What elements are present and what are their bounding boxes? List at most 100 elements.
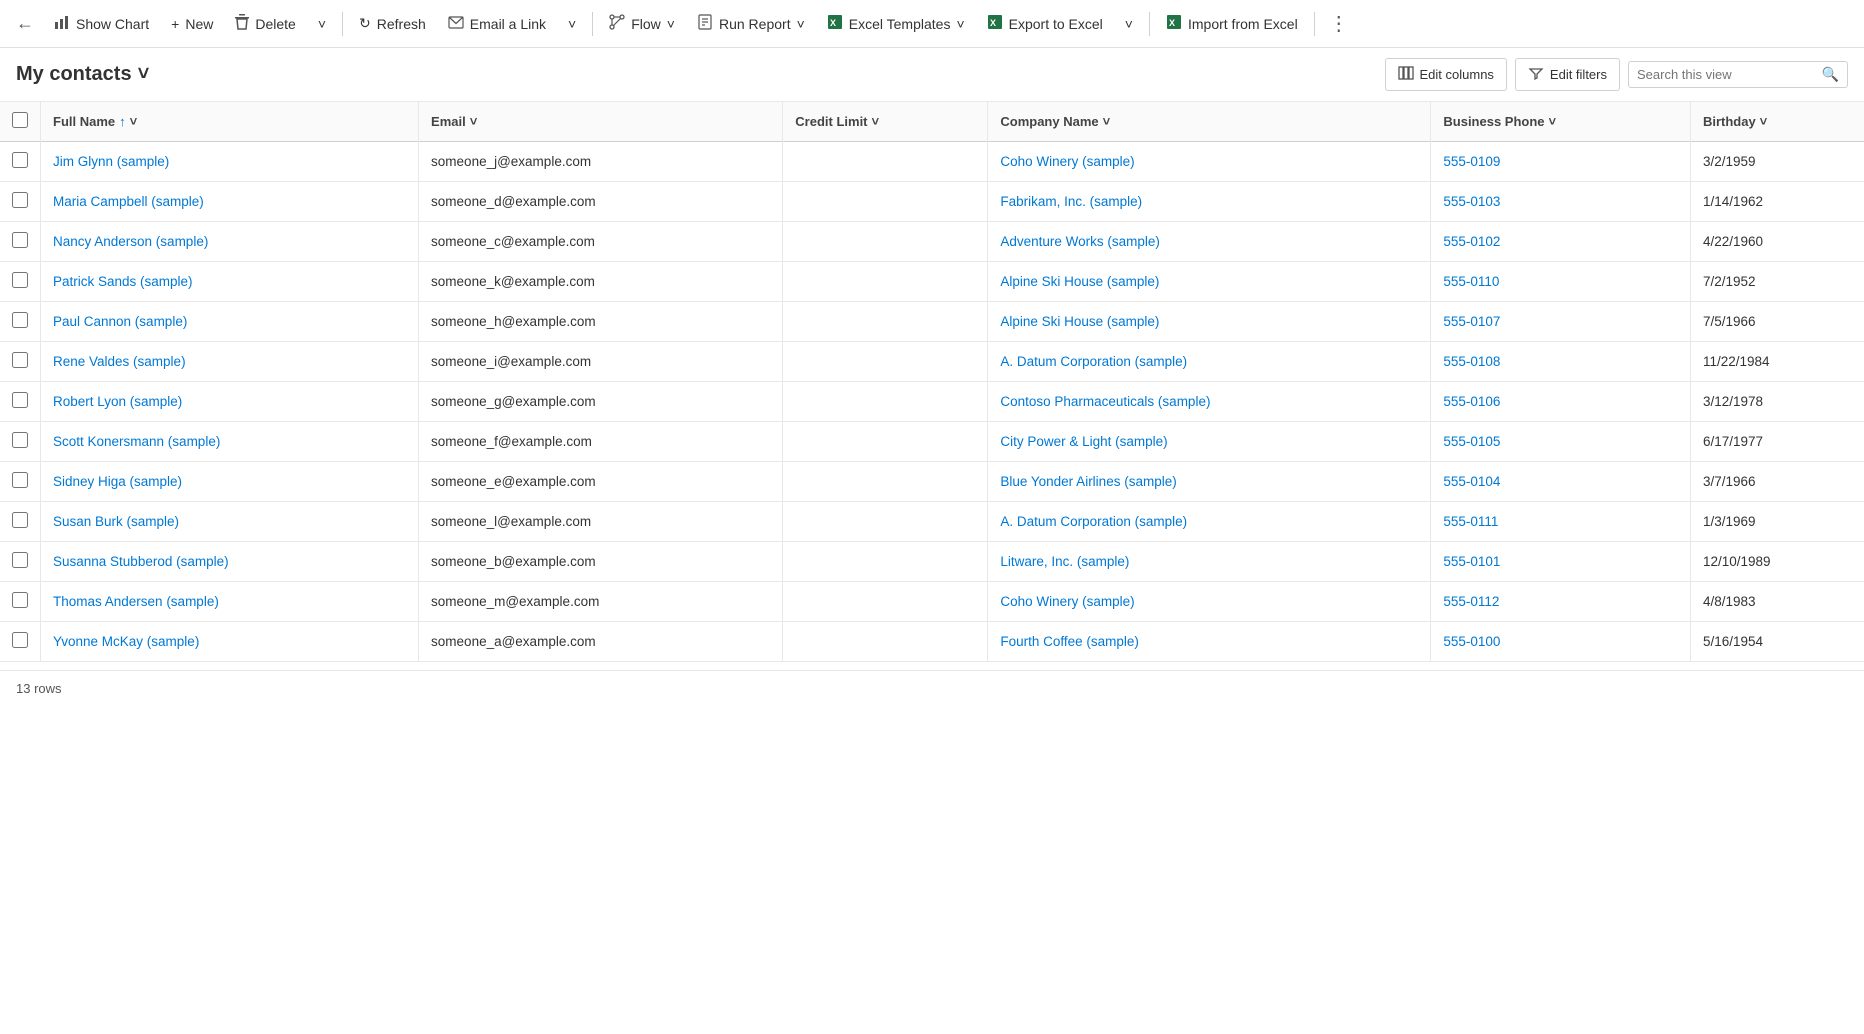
select-all-checkbox[interactable] bbox=[12, 112, 28, 128]
refresh-button[interactable]: ↻ Refresh bbox=[349, 9, 436, 38]
separator-2 bbox=[592, 12, 593, 36]
cell-full-name[interactable]: Robert Lyon (sample) bbox=[41, 382, 419, 422]
edit-columns-button[interactable]: Edit columns bbox=[1385, 58, 1507, 91]
more-icon: ⋮ bbox=[1329, 13, 1349, 35]
cell-business-phone[interactable]: 555-0109 bbox=[1431, 142, 1691, 182]
col-header-business-phone: Business Phone ˅ bbox=[1431, 102, 1691, 142]
cell-company-name[interactable]: Blue Yonder Airlines (sample) bbox=[988, 462, 1431, 502]
row-checkbox[interactable] bbox=[12, 312, 28, 328]
credit-sort-icon[interactable]: ˅ bbox=[872, 114, 880, 129]
cell-company-name[interactable]: Fourth Coffee (sample) bbox=[988, 622, 1431, 662]
email-link-dropdown-button[interactable]: ˅ bbox=[558, 10, 586, 38]
cell-business-phone[interactable]: 555-0111 bbox=[1431, 502, 1691, 542]
col-credit-limit-label: Credit Limit bbox=[795, 114, 867, 129]
row-checkbox-cell bbox=[0, 342, 41, 382]
export-excel-button[interactable]: X Export to Excel bbox=[977, 8, 1113, 39]
back-button[interactable]: ← bbox=[8, 9, 42, 38]
run-report-button[interactable]: Run Report ˅ bbox=[687, 8, 815, 39]
row-checkbox[interactable] bbox=[12, 512, 28, 528]
table-row: Paul Cannon (sample)someone_h@example.co… bbox=[0, 302, 1864, 342]
row-checkbox[interactable] bbox=[12, 632, 28, 648]
cell-company-name[interactable]: A. Datum Corporation (sample) bbox=[988, 502, 1431, 542]
cell-full-name[interactable]: Yvonne McKay (sample) bbox=[41, 622, 419, 662]
cell-company-name[interactable]: A. Datum Corporation (sample) bbox=[988, 342, 1431, 382]
table-row: Sidney Higa (sample)someone_e@example.co… bbox=[0, 462, 1864, 502]
cell-full-name[interactable]: Jim Glynn (sample) bbox=[41, 142, 419, 182]
show-chart-button[interactable]: Show Chart bbox=[44, 8, 159, 39]
row-checkbox[interactable] bbox=[12, 592, 28, 608]
row-checkbox[interactable] bbox=[12, 472, 28, 488]
cell-email: someone_g@example.com bbox=[419, 382, 783, 422]
cell-birthday: 6/17/1977 bbox=[1690, 422, 1864, 462]
cell-full-name[interactable]: Paul Cannon (sample) bbox=[41, 302, 419, 342]
cell-birthday: 1/3/1969 bbox=[1690, 502, 1864, 542]
col-birthday-label: Birthday bbox=[1703, 114, 1756, 129]
row-checkbox[interactable] bbox=[12, 392, 28, 408]
cell-company-name[interactable]: Alpine Ski House (sample) bbox=[988, 262, 1431, 302]
delete-dropdown-button[interactable]: ˅ bbox=[308, 10, 336, 38]
row-checkbox[interactable] bbox=[12, 192, 28, 208]
cell-business-phone[interactable]: 555-0112 bbox=[1431, 582, 1691, 622]
search-input[interactable] bbox=[1637, 67, 1822, 82]
cell-full-name[interactable]: Rene Valdes (sample) bbox=[41, 342, 419, 382]
company-sort-icon[interactable]: ˅ bbox=[1103, 114, 1111, 129]
toolbar: ← Show Chart + New Delete ˅ ↻ Refresh Em… bbox=[0, 0, 1864, 48]
col-header-birthday: Birthday ˅ bbox=[1690, 102, 1864, 142]
phone-sort-icon[interactable]: ˅ bbox=[1549, 114, 1557, 129]
cell-full-name[interactable]: Susanna Stubberod (sample) bbox=[41, 542, 419, 582]
row-checkbox-cell bbox=[0, 502, 41, 542]
excel-templates-button[interactable]: X Excel Templates ˅ bbox=[817, 8, 975, 39]
sort-dropdown-icon[interactable]: ˅ bbox=[130, 114, 138, 129]
col-header-full-name: Full Name ↑ ˅ bbox=[41, 102, 419, 142]
cell-company-name[interactable]: Coho Winery (sample) bbox=[988, 582, 1431, 622]
cell-full-name[interactable]: Maria Campbell (sample) bbox=[41, 182, 419, 222]
cell-company-name[interactable]: Litware, Inc. (sample) bbox=[988, 542, 1431, 582]
cell-company-name[interactable]: Adventure Works (sample) bbox=[988, 222, 1431, 262]
cell-business-phone[interactable]: 555-0100 bbox=[1431, 622, 1691, 662]
cell-business-phone[interactable]: 555-0107 bbox=[1431, 302, 1691, 342]
cell-full-name[interactable]: Thomas Andersen (sample) bbox=[41, 582, 419, 622]
table-row: Thomas Andersen (sample)someone_m@exampl… bbox=[0, 582, 1864, 622]
cell-email: someone_j@example.com bbox=[419, 142, 783, 182]
email-link-button[interactable]: Email a Link bbox=[438, 10, 556, 38]
row-checkbox[interactable] bbox=[12, 232, 28, 248]
row-checkbox[interactable] bbox=[12, 552, 28, 568]
cell-full-name[interactable]: Scott Konersmann (sample) bbox=[41, 422, 419, 462]
import-excel-button[interactable]: X Import from Excel bbox=[1156, 8, 1308, 39]
cell-company-name[interactable]: City Power & Light (sample) bbox=[988, 422, 1431, 462]
cell-company-name[interactable]: Alpine Ski House (sample) bbox=[988, 302, 1431, 342]
cell-business-phone[interactable]: 555-0101 bbox=[1431, 542, 1691, 582]
row-checkbox-cell bbox=[0, 462, 41, 502]
cell-business-phone[interactable]: 555-0102 bbox=[1431, 222, 1691, 262]
cell-company-name[interactable]: Fabrikam, Inc. (sample) bbox=[988, 182, 1431, 222]
edit-filters-button[interactable]: Edit filters bbox=[1515, 58, 1620, 91]
cell-company-name[interactable]: Coho Winery (sample) bbox=[988, 142, 1431, 182]
cell-full-name[interactable]: Nancy Anderson (sample) bbox=[41, 222, 419, 262]
cell-business-phone[interactable]: 555-0108 bbox=[1431, 342, 1691, 382]
search-icon: 🔍 bbox=[1822, 66, 1839, 83]
row-checkbox[interactable] bbox=[12, 432, 28, 448]
row-checkbox[interactable] bbox=[12, 272, 28, 288]
row-checkbox[interactable] bbox=[12, 152, 28, 168]
separator-1 bbox=[342, 12, 343, 36]
title-chevron-icon: ˅ bbox=[138, 63, 150, 86]
more-options-button[interactable]: ⋮ bbox=[1321, 7, 1357, 40]
export-excel-dropdown-button[interactable]: ˅ bbox=[1115, 10, 1143, 38]
row-checkbox[interactable] bbox=[12, 352, 28, 368]
cell-credit-limit bbox=[783, 502, 988, 542]
new-button[interactable]: + New bbox=[161, 10, 223, 38]
birthday-sort-icon[interactable]: ˅ bbox=[1760, 114, 1768, 129]
cell-full-name[interactable]: Patrick Sands (sample) bbox=[41, 262, 419, 302]
cell-business-phone[interactable]: 555-0105 bbox=[1431, 422, 1691, 462]
email-sort-icon[interactable]: ˅ bbox=[470, 114, 478, 129]
cell-business-phone[interactable]: 555-0104 bbox=[1431, 462, 1691, 502]
cell-full-name[interactable]: Susan Burk (sample) bbox=[41, 502, 419, 542]
flow-button[interactable]: Flow ˅ bbox=[599, 8, 685, 39]
delete-button[interactable]: Delete bbox=[225, 8, 305, 39]
cell-company-name[interactable]: Contoso Pharmaceuticals (sample) bbox=[988, 382, 1431, 422]
cell-email: someone_d@example.com bbox=[419, 182, 783, 222]
cell-full-name[interactable]: Sidney Higa (sample) bbox=[41, 462, 419, 502]
cell-business-phone[interactable]: 555-0110 bbox=[1431, 262, 1691, 302]
cell-business-phone[interactable]: 555-0103 bbox=[1431, 182, 1691, 222]
cell-business-phone[interactable]: 555-0106 bbox=[1431, 382, 1691, 422]
